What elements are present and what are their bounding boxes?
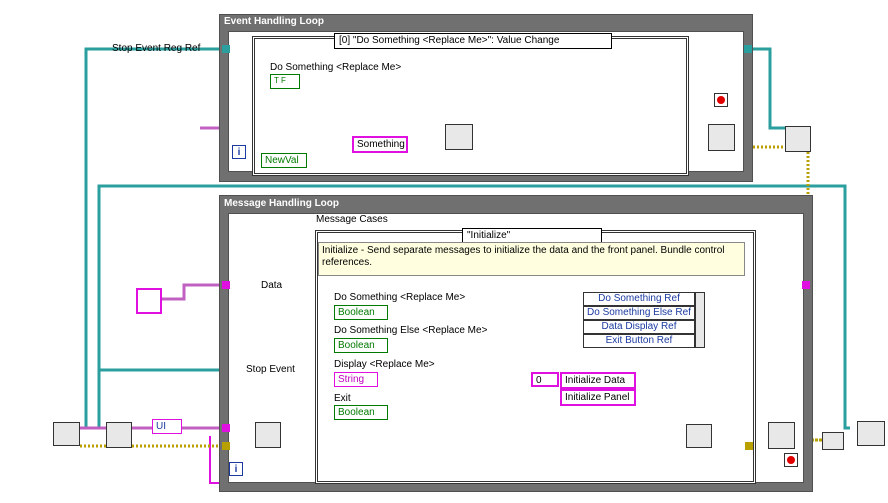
error-handler-node[interactable] (857, 421, 885, 446)
array-item-0[interactable]: Initialize Data (560, 372, 636, 389)
something-string-constant[interactable]: Something (352, 136, 408, 153)
control-label-1: Do Something Else <Replace Me> (334, 325, 488, 336)
message-cases-label: Message Cases (316, 214, 388, 225)
message-error-node[interactable] (768, 422, 795, 449)
stop-event-reg-ref-label: Stop Event Reg Ref (112, 43, 201, 54)
event-selector[interactable]: [0] "Do Something <Replace Me>": Value C… (334, 33, 612, 49)
data-tunnel-out (802, 281, 810, 289)
bundle-ref-3[interactable]: Exit Button Ref (583, 334, 695, 348)
control-terminal-0[interactable]: Boolean (334, 305, 388, 320)
release-queue-node[interactable] (822, 432, 844, 450)
message-loop-title: Message Handling Loop (224, 198, 340, 209)
event-control-label: Do Something <Replace Me> (270, 62, 402, 73)
data-typedef-constant[interactable] (136, 288, 162, 314)
event-iteration-terminal: i (232, 145, 246, 159)
block-diagram: Event Handling Loop [0] "Do Something <R… (0, 0, 888, 503)
control-label-2: Display <Replace Me> (334, 359, 435, 370)
newval-terminal[interactable]: NewVal (261, 153, 307, 168)
control-terminal-3[interactable]: Boolean (334, 405, 388, 420)
control-terminal-2[interactable]: String (334, 372, 378, 387)
control-label-0: Do Something <Replace Me> (334, 292, 466, 303)
control-label-3: Exit (334, 393, 351, 404)
stop-event-wire-label: Stop Event (246, 364, 295, 375)
event-error-node[interactable] (708, 124, 735, 151)
event-loop-title: Event Handling Loop (224, 16, 324, 27)
bundle-ref-1[interactable]: Do Something Else Ref (583, 306, 695, 320)
bundle-ref-0[interactable]: Do Something Ref (583, 292, 695, 306)
queue-tunnel-left (222, 424, 230, 432)
event-stop-terminal[interactable] (714, 93, 728, 107)
dequeue-message-node[interactable] (255, 422, 281, 448)
array-item-1[interactable]: Initialize Panel (560, 389, 636, 406)
obtain-queue-node[interactable] (106, 422, 132, 448)
initialize-comment: Initialize - Send separate messages to i… (318, 242, 745, 276)
error-tunnel-right (745, 442, 753, 450)
event-reg-tunnel-out (744, 45, 752, 53)
event-structure[interactable] (252, 36, 689, 176)
array-index-constant[interactable]: 0 (531, 372, 559, 387)
enqueue-multiple-node[interactable] (686, 424, 712, 448)
data-wire-label: Data (261, 280, 283, 291)
bundle-ref-2[interactable]: Data Display Ref (583, 320, 695, 334)
message-iteration-terminal: i (229, 462, 243, 476)
bundle-by-name-node[interactable] (695, 292, 705, 348)
ui-constant[interactable]: UI (152, 419, 182, 434)
event-bool-terminal[interactable]: T F (270, 74, 300, 89)
data-tunnel-in (222, 281, 230, 289)
event-reg-tunnel-in (222, 45, 230, 53)
message-stop-terminal[interactable] (784, 453, 798, 467)
enqueue-message-node[interactable] (445, 124, 473, 150)
create-user-event-node[interactable] (53, 422, 80, 446)
destroy-user-event-node[interactable] (785, 126, 811, 152)
error-tunnel-left (222, 442, 230, 450)
wire-event-reg-out[interactable] (752, 47, 785, 130)
control-terminal-1[interactable]: Boolean (334, 338, 388, 353)
